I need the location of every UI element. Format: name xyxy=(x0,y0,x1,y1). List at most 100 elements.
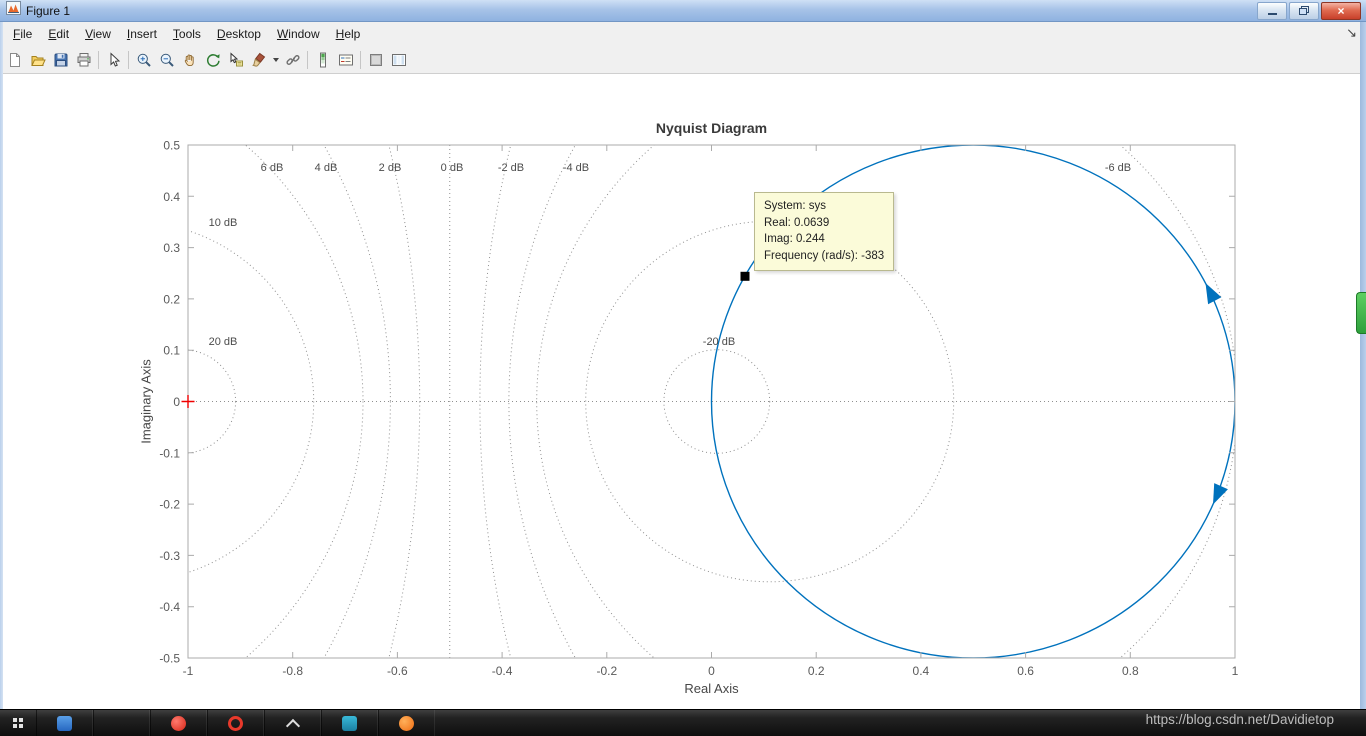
menu-window[interactable]: Window xyxy=(269,24,328,44)
data-cursor-icon xyxy=(230,51,243,66)
y-tick-label: 0 xyxy=(173,395,180,409)
nyquist-plot[interactable]: Nyquist Diagram Real Axis Imaginary Axis… xyxy=(0,74,1366,710)
taskbar-app-orange[interactable] xyxy=(378,710,435,736)
show-plot-tools-button[interactable] xyxy=(387,49,410,71)
x-tick-label: -0.2 xyxy=(596,664,617,678)
menu-file[interactable]: File xyxy=(5,24,40,44)
show-plot-tools-icon xyxy=(391,53,406,66)
db-grid-label: 10 dB xyxy=(209,217,238,229)
dock-figure-icon[interactable]: ↘ xyxy=(1346,25,1357,41)
teal-app-icon xyxy=(342,715,357,731)
db-grid-label: -20 dB xyxy=(703,336,735,348)
taskbar-app-red-ring[interactable] xyxy=(207,710,264,736)
blue-app-icon xyxy=(57,715,72,731)
close-button[interactable]: × xyxy=(1321,1,1361,20)
window-title: Figure 1 xyxy=(26,3,71,18)
y-tick-label: -0.2 xyxy=(159,498,180,512)
window-border-right xyxy=(1360,22,1366,710)
edit-plot-button[interactable] xyxy=(102,49,125,71)
start-button[interactable] xyxy=(0,710,36,736)
x-axis-label: Real Axis xyxy=(684,681,739,696)
taskbar-app-teal[interactable] xyxy=(321,710,378,736)
y-tick-label: -0.5 xyxy=(159,652,180,666)
maximize-restore-button[interactable] xyxy=(1289,1,1319,20)
cursor-arrow-icon xyxy=(110,51,120,67)
x-tick-label: -0.6 xyxy=(387,664,408,678)
x-tick-label: 0.6 xyxy=(1017,664,1034,678)
brush-dropdown-button[interactable] xyxy=(270,49,281,71)
open-file-button[interactable] xyxy=(26,49,49,71)
datatip[interactable]: System: sys Real: 0.0639 Imag: 0.244 Fre… xyxy=(754,192,895,271)
toolbar-separator xyxy=(98,50,99,69)
x-tick-label: 0.2 xyxy=(808,664,825,678)
save-figure-button[interactable] xyxy=(49,49,72,71)
data-cursor-button[interactable] xyxy=(224,49,247,71)
new-document-icon xyxy=(9,52,20,67)
menu-view[interactable]: View xyxy=(77,24,119,44)
db-grid-label: -2 dB xyxy=(498,162,524,174)
print-figure-button[interactable] xyxy=(72,49,95,71)
x-tick-label: 1 xyxy=(1232,664,1239,678)
toolbar-separator xyxy=(360,50,361,69)
figure-canvas[interactable]: Nyquist Diagram Real Axis Imaginary Axis… xyxy=(0,74,1366,710)
show-hidden-icons-button[interactable] xyxy=(264,710,321,736)
red-app-icon xyxy=(171,715,186,731)
db-grid-label: 0 dB xyxy=(441,162,464,174)
new-figure-button[interactable] xyxy=(3,49,26,71)
menu-tools[interactable]: Tools xyxy=(165,24,209,44)
taskbar-app-blue[interactable] xyxy=(36,710,93,736)
toolbar-separator xyxy=(307,50,308,69)
menubar: File Edit View Insert Tools Desktop Wind… xyxy=(0,22,1366,46)
menu-desktop[interactable]: Desktop xyxy=(209,24,269,44)
y-tick-label: 0.4 xyxy=(163,190,180,204)
y-tick-label: 0.5 xyxy=(163,139,180,153)
plot-title: Nyquist Diagram xyxy=(656,120,767,136)
toolbar-separator xyxy=(128,50,129,69)
brush-data-button[interactable] xyxy=(247,49,270,71)
hide-plot-tools-button[interactable] xyxy=(364,49,387,71)
hide-plot-tools-icon xyxy=(369,53,382,66)
link-chain-icon xyxy=(285,54,300,65)
x-tick-label: 0 xyxy=(708,664,715,678)
y-tick-label: -0.3 xyxy=(159,549,180,563)
x-tick-label: -0.4 xyxy=(492,664,513,678)
legend-icon xyxy=(338,54,353,65)
figure-app-icon xyxy=(6,1,21,20)
menu-insert[interactable]: Insert xyxy=(119,24,165,44)
zoom-in-button[interactable] xyxy=(132,49,155,71)
taskbar-app-slot[interactable] xyxy=(93,710,150,736)
link-plot-button[interactable] xyxy=(281,49,304,71)
colorbar-icon xyxy=(319,52,326,67)
menu-help[interactable]: Help xyxy=(328,24,369,44)
zoom-in-icon xyxy=(137,53,151,67)
screen: Figure 1 × File Edit View Insert Tools D… xyxy=(0,0,1366,736)
titlebar[interactable]: Figure 1 × xyxy=(0,0,1366,22)
chevron-up-icon xyxy=(285,718,300,733)
x-tick-label: 0.8 xyxy=(1122,664,1139,678)
zoom-out-icon xyxy=(160,53,174,67)
db-grid-label: 6 dB xyxy=(261,162,284,174)
datatip-marker[interactable] xyxy=(740,271,750,281)
insert-legend-button[interactable] xyxy=(334,49,357,71)
red-ring-app-icon xyxy=(228,715,243,731)
pan-hand-icon xyxy=(184,53,194,66)
zoom-out-button[interactable] xyxy=(155,49,178,71)
rotate-3d-button[interactable] xyxy=(201,49,224,71)
taskbar-app-red[interactable] xyxy=(150,710,207,736)
screen-edge-widget[interactable] xyxy=(1356,292,1366,334)
db-grid-label: -4 dB xyxy=(563,162,589,174)
menu-edit[interactable]: Edit xyxy=(40,24,77,44)
db-grid xyxy=(188,145,1235,658)
restore-icon xyxy=(1299,6,1309,15)
pan-button[interactable] xyxy=(178,49,201,71)
watermark: https://blog.csdn.net/Davidietop xyxy=(1145,712,1334,727)
critical-point-marker xyxy=(181,395,195,408)
x-tick-label: 0.4 xyxy=(913,664,930,678)
minimize-button[interactable] xyxy=(1257,1,1287,20)
chevron-down-icon xyxy=(272,57,279,62)
insert-colorbar-button[interactable] xyxy=(311,49,334,71)
printer-icon xyxy=(77,52,90,66)
y-tick-label: 0.3 xyxy=(163,241,180,255)
y-tick-label: 0.1 xyxy=(163,344,180,358)
rotate-3d-icon xyxy=(206,53,220,67)
